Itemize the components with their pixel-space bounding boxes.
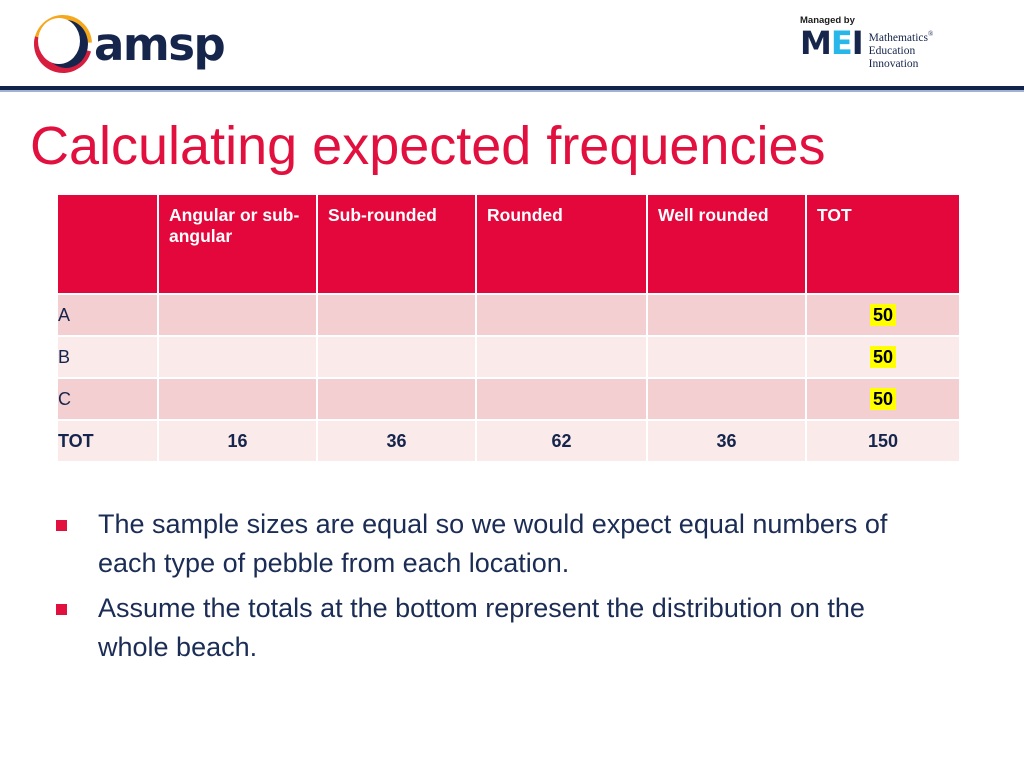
table-header-wellrounded: Well rounded	[648, 195, 805, 293]
mei-tagline-line-2: Education	[868, 44, 916, 57]
mei-letter-i: I	[851, 23, 864, 62]
table-header-subrounded: Sub-rounded	[318, 195, 475, 293]
cell-a-rounded[interactable]	[477, 295, 646, 335]
mei-tagline-line-3: Innovation	[868, 58, 919, 71]
table-header-tot: TOT	[807, 195, 959, 293]
cell-c-angular[interactable]	[159, 379, 316, 419]
brand-header-bar: amsp Managed by MEI Mathematics® Educati…	[0, 0, 1024, 86]
bullet-list: The sample sizes are equal so we would e…	[56, 505, 966, 674]
cell-b-angular[interactable]	[159, 337, 316, 377]
mei-letter-m: M	[800, 23, 832, 62]
cell-b-subrounded[interactable]	[318, 337, 475, 377]
table-header-corner	[58, 195, 157, 293]
table-total-row: TOT 16 36 62 36 150	[58, 421, 959, 461]
row-label-tot: TOT	[58, 421, 157, 461]
cell-a-total: 50	[807, 295, 959, 335]
cell-tot-grand: 150	[807, 421, 959, 461]
list-item: The sample sizes are equal so we would e…	[56, 505, 966, 583]
table-header-angular: Angular or sub-angular	[159, 195, 316, 293]
table-row: A 50	[58, 295, 959, 335]
expected-frequencies-table: Angular or sub-angular Sub-rounded Round…	[56, 193, 961, 463]
registered-mark-icon: ®	[928, 29, 934, 38]
cell-b-rounded[interactable]	[477, 337, 646, 377]
row-label-c: C	[58, 379, 157, 419]
mei-letter-e: E	[830, 23, 853, 62]
square-bullet-icon	[56, 520, 67, 531]
amsp-logo: amsp	[22, 3, 226, 85]
cell-c-rounded[interactable]	[477, 379, 646, 419]
mei-logo: Managed by MEI Mathematics® Education In…	[800, 16, 1000, 74]
amsp-swirl-icon	[22, 3, 104, 85]
cell-c-total: 50	[807, 379, 959, 419]
amsp-wordmark: amsp	[94, 17, 226, 71]
mei-tagline: Mathematics® Education Innovation	[869, 28, 934, 73]
cell-a-angular[interactable]	[159, 295, 316, 335]
table-row: C 50	[58, 379, 959, 419]
cell-c-wellrounded[interactable]	[648, 379, 805, 419]
table-head: Angular or sub-angular Sub-rounded Round…	[58, 195, 959, 293]
row-label-a: A	[58, 295, 157, 335]
header-divider-rule-light	[0, 90, 1024, 92]
cell-tot-angular: 16	[159, 421, 316, 461]
cell-tot-wellrounded: 36	[648, 421, 805, 461]
cell-b-total: 50	[807, 337, 959, 377]
table-header-rounded: Rounded	[477, 195, 646, 293]
cell-tot-subrounded: 36	[318, 421, 475, 461]
table-body: A 50 B 50 C 50 TOT 16 36 62 36 150	[58, 295, 959, 461]
cell-a-wellrounded[interactable]	[648, 295, 805, 335]
highlighted-total-c: 50	[869, 387, 897, 410]
table-row: B 50	[58, 337, 959, 377]
bullet-text-2: Assume the totals at the bottom represen…	[98, 593, 865, 663]
row-label-b: B	[58, 337, 157, 377]
cell-tot-rounded: 62	[477, 421, 646, 461]
mei-lettermark: MEI	[800, 27, 864, 59]
bullet-text-1: The sample sizes are equal so we would e…	[98, 509, 888, 579]
cell-a-subrounded[interactable]	[318, 295, 475, 335]
cell-b-wellrounded[interactable]	[648, 337, 805, 377]
list-item: Assume the totals at the bottom represen…	[56, 589, 966, 667]
table-header-row: Angular or sub-angular Sub-rounded Round…	[58, 195, 959, 293]
page-title: Calculating expected frequencies	[30, 116, 826, 176]
highlighted-total-b: 50	[869, 345, 897, 368]
cell-c-subrounded[interactable]	[318, 379, 475, 419]
mei-tagline-line-1: Mathematics®	[868, 29, 934, 44]
highlighted-total-a: 50	[869, 303, 897, 326]
square-bullet-icon	[56, 604, 67, 616]
